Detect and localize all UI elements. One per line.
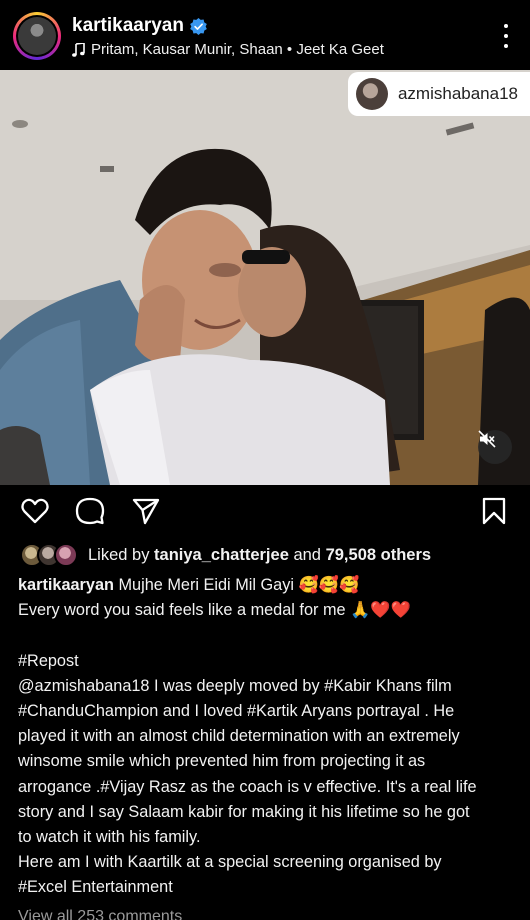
post-image[interactable]: azmishabana18 <box>0 70 530 485</box>
send-icon[interactable] <box>131 496 161 526</box>
post-header: kartikaaryan Pritam, Kausar Munir, Shaan… <box>0 0 530 70</box>
avatar-image <box>18 17 56 55</box>
user-info: kartikaaryan Pritam, Kausar Munir, Shaan… <box>72 15 384 58</box>
caption-line: #Excel Entertainment <box>18 878 173 897</box>
caption-line: Mujhe Meri Eidi Mil Gayi 🥰🥰🥰 <box>113 576 360 594</box>
likes-text: Liked by taniya_chatterjee and 79,508 ot… <box>88 545 432 564</box>
verified-badge-icon <box>190 17 207 35</box>
tagged-user-pill[interactable]: azmishabana18 <box>347 72 530 116</box>
caption-line: @azmishabana18 I was deeply moved by #Ka… <box>18 676 452 695</box>
view-comments-link[interactable]: View all 253 comments <box>18 908 182 920</box>
post-caption: kartikaaryan Mujhe Meri Eidi Mil Gayi 🥰🥰… <box>18 573 518 901</box>
music-note-icon <box>72 42 85 57</box>
caption-line: Every word you said feels like a medal f… <box>18 601 411 620</box>
likes-summary[interactable]: Liked by taniya_chatterjee and 79,508 ot… <box>20 543 431 567</box>
likes-count[interactable]: 79,508 others <box>326 546 431 564</box>
caption-line: played it with an almost child determina… <box>18 727 460 746</box>
heart-icon[interactable] <box>20 496 50 526</box>
liker-username[interactable]: taniya_chatterjee <box>154 546 289 564</box>
music-info[interactable]: Pritam, Kausar Munir, Shaan • Jeet Ka Ge… <box>72 41 384 58</box>
action-bar <box>0 490 530 532</box>
more-options-icon[interactable] <box>502 24 510 48</box>
caption-line: winsome smile which prevented him from p… <box>18 752 426 771</box>
photo-illustration <box>0 70 530 485</box>
liker-avatars <box>20 543 78 567</box>
tagged-user-avatar <box>355 78 388 110</box>
liker-avatar <box>54 543 78 567</box>
speaker-muted-icon <box>478 430 496 448</box>
tagged-username: azmishabana18 <box>397 84 518 103</box>
music-label: Pritam, Kausar Munir, Shaan • Jeet Ka Ge… <box>91 41 384 58</box>
caption-line: arrogance .#Vijay Rasz as the coach is v… <box>18 777 477 796</box>
caption-hashtag[interactable]: #Repost <box>18 649 518 674</box>
caption-line: #ChanduChampion and I loved #Kartik Arya… <box>18 702 455 720</box>
caption-line: Here am I with Kaartilk at a special scr… <box>18 853 442 872</box>
comment-icon[interactable] <box>75 496 105 526</box>
mute-toggle[interactable] <box>478 430 512 464</box>
caption-line: to watch it with his family. <box>18 828 201 847</box>
caption-line: story and I say Salaam kabir for making … <box>18 802 470 821</box>
username-link[interactable]: kartikaaryan <box>72 15 184 37</box>
profile-avatar[interactable] <box>13 12 61 60</box>
bookmark-icon[interactable] <box>479 496 509 526</box>
caption-author[interactable]: kartikaaryan <box>18 576 114 594</box>
